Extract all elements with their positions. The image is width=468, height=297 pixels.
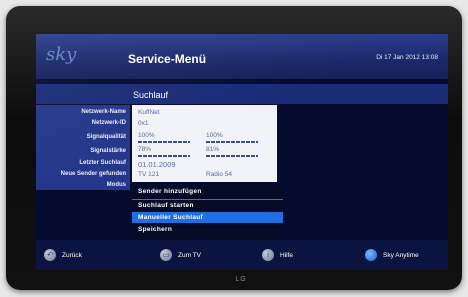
signal-quality-right-value: 100% bbox=[206, 132, 223, 139]
header-bar: sky Service-Menü Di 17 Jan 2012 13:08 bbox=[36, 34, 448, 79]
blue-button-icon bbox=[365, 249, 377, 261]
back-label: Zurück bbox=[62, 251, 82, 259]
menu-item-add-channels[interactable]: Sender hinzufügen bbox=[132, 186, 283, 197]
mode-dropdown-menu: Sender hinzufügen Suchlauf starten Manue… bbox=[132, 186, 283, 242]
last-scan-value: 01.01.2009 bbox=[138, 160, 176, 169]
signal-strength-left-bar bbox=[138, 155, 190, 157]
label-signal-strength: Signalstärke bbox=[90, 148, 126, 154]
label-last-scan: Letzter Suchlauf bbox=[79, 160, 126, 166]
label-mode: Modus bbox=[106, 182, 126, 188]
date-time: Di 17 Jan 2012 13:08 bbox=[376, 54, 438, 61]
value-panel: KuffNet 0x1 100% 100% 78% 81% 01.01.2009… bbox=[132, 105, 277, 182]
label-network-id: Netzwerk-ID bbox=[91, 120, 126, 126]
network-id-value: 0x1 bbox=[138, 120, 149, 127]
label-new-channels: Neue Sender gefunden bbox=[60, 171, 126, 177]
label-signal-quality: Signalqualität bbox=[86, 134, 126, 140]
signal-strength-right-value: 81% bbox=[206, 146, 220, 153]
field-labels: Netzwerk-Name Netzwerk-ID Signalqualität… bbox=[36, 105, 130, 190]
sky-logo: sky bbox=[46, 44, 77, 65]
menu-item-manual-scan[interactable]: Manueller Suchlauf bbox=[132, 212, 283, 223]
signal-quality-left-value: 100% bbox=[138, 132, 155, 139]
to-tv-label: Zum TV bbox=[178, 251, 201, 259]
to-tv-button[interactable]: ▭ Zum TV bbox=[160, 248, 201, 262]
back-arrow-icon: ↶ bbox=[44, 249, 56, 261]
help-label: Hilfe bbox=[280, 251, 294, 259]
menu-item-save[interactable]: Speichern bbox=[132, 224, 283, 235]
signal-quality-right-bar bbox=[206, 141, 258, 143]
back-button[interactable]: ↶ Zurück bbox=[44, 248, 82, 262]
section-bar bbox=[36, 84, 448, 104]
info-icon: i bbox=[262, 249, 274, 261]
sky-anytime-label: Sky Anytime bbox=[383, 251, 419, 259]
tv-icon: ▭ bbox=[160, 249, 172, 261]
signal-strength-left-value: 78% bbox=[138, 146, 152, 153]
footer-bar: ↶ Zurück ▭ Zum TV i Hilfe Sky Anytime bbox=[36, 240, 448, 270]
sky-anytime-button[interactable]: Sky Anytime bbox=[365, 248, 419, 262]
tv-bezel: LG sky Service-Menü Di 17 Jan 2012 13:08… bbox=[6, 6, 462, 290]
page-title: Service-Menü bbox=[128, 52, 207, 66]
signal-quality-left-bar bbox=[138, 141, 190, 143]
network-name-value: KuffNet bbox=[138, 109, 160, 116]
tv-brand-logo: LG bbox=[235, 276, 247, 283]
signal-strength-right-bar bbox=[206, 155, 258, 157]
menu-item-start-scan[interactable]: Suchlauf starten bbox=[132, 199, 283, 210]
new-radio-channels-value: Radio 54 bbox=[206, 171, 233, 178]
section-title: Suchlauf bbox=[133, 90, 169, 100]
help-button[interactable]: i Hilfe bbox=[262, 248, 293, 262]
new-tv-channels-value: TV 121 bbox=[138, 171, 159, 178]
label-network-name: Netzwerk-Name bbox=[81, 109, 126, 115]
tv-screen: sky Service-Menü Di 17 Jan 2012 13:08 Su… bbox=[36, 34, 448, 270]
